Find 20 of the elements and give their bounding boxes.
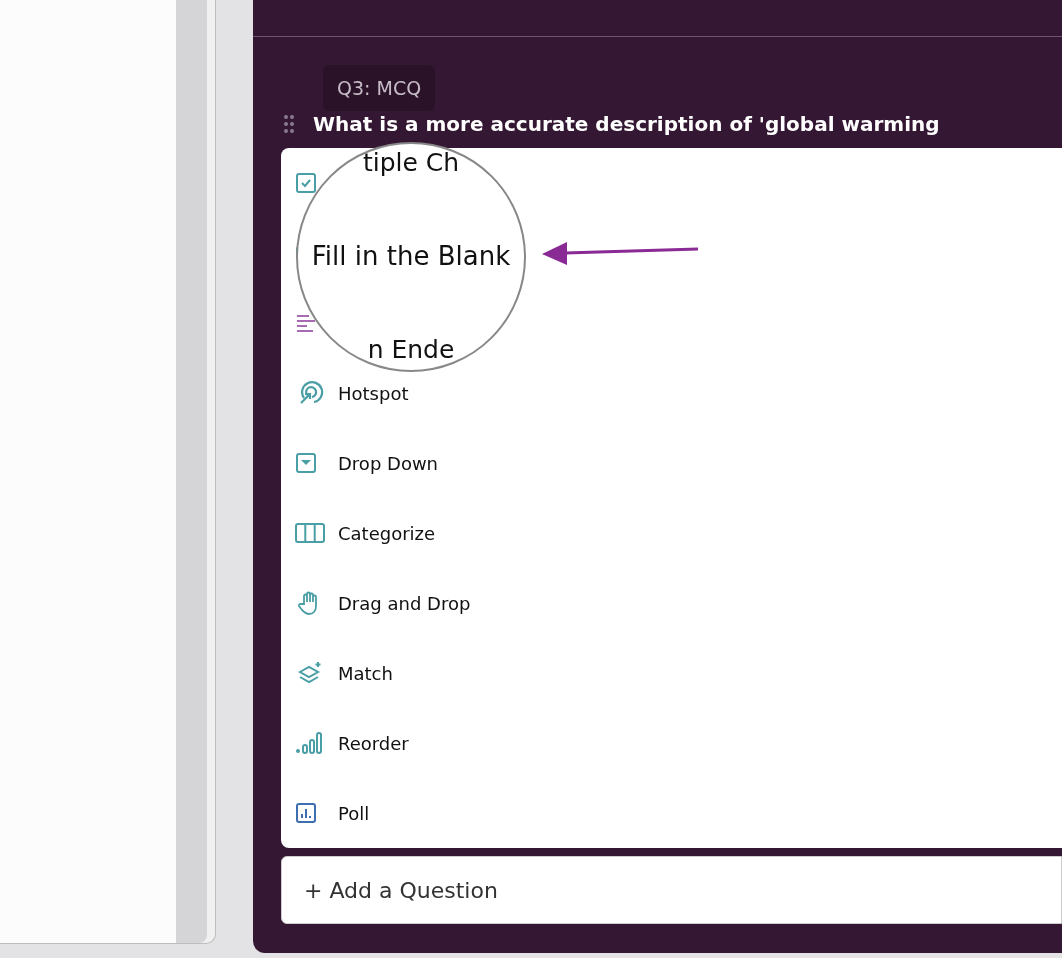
drag-handle-icon[interactable] [283, 114, 295, 134]
magnified-text: tiple Ch [362, 148, 460, 177]
text-lines-icon [295, 312, 317, 334]
menu-item[interactable]: Drop Down [338, 452, 439, 474]
menu-item[interactable]: Match [338, 662, 393, 684]
menu-item[interactable]: Reorder [338, 732, 409, 754]
question-badge: Q3: MCQ [323, 65, 436, 111]
dropdown-icon [295, 452, 317, 474]
magnified-text: Fill in the Blank [311, 241, 511, 271]
checkbox-icon [295, 172, 317, 194]
columns-icon [295, 522, 325, 544]
magnified-text: n Ende [367, 335, 455, 364]
menu-item[interactable]: Poll [338, 802, 370, 824]
menu-item[interactable]: Drag and Drop [338, 592, 471, 614]
add-question-button[interactable]: + Add a Question [281, 856, 1062, 924]
menu-item[interactable]: Hotspot [338, 382, 409, 404]
menu-item[interactable]: Categorize [338, 522, 436, 544]
bar-chart-icon [295, 802, 317, 824]
question-text: What is a more accurate description of 'global warming [313, 113, 940, 135]
signal-bars-icon [295, 731, 325, 755]
